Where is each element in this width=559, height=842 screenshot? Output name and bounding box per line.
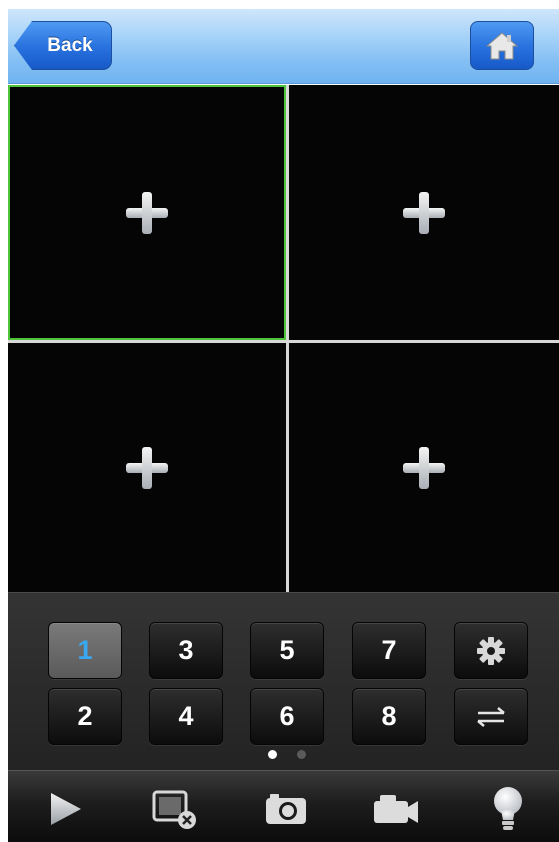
- channel-button-1[interactable]: 1: [48, 622, 122, 679]
- video-cell-3[interactable]: [8, 343, 286, 592]
- home-icon: [486, 31, 518, 59]
- page-indicator: [268, 750, 306, 759]
- play-button[interactable]: [36, 781, 96, 836]
- close-window-icon: [152, 790, 196, 829]
- camera-icon: [266, 793, 306, 824]
- channel-panel: 1 3 5 7 2 4 6 8: [8, 592, 559, 770]
- page-dot-active[interactable]: [268, 750, 277, 759]
- swap-arrows-icon: [477, 706, 505, 727]
- video-grid: [8, 85, 559, 592]
- gear-icon: [477, 636, 505, 665]
- plus-icon: [403, 446, 445, 489]
- page-dot[interactable]: [297, 750, 306, 759]
- channel-button-8[interactable]: 8: [352, 688, 426, 745]
- snapshot-button[interactable]: [256, 781, 316, 836]
- channel-button-2[interactable]: 2: [48, 688, 122, 745]
- plus-icon: [403, 191, 445, 234]
- video-cell-2[interactable]: [289, 85, 559, 340]
- bottom-toolbar: [8, 770, 559, 842]
- light-button[interactable]: [478, 781, 538, 836]
- record-button[interactable]: [366, 781, 426, 836]
- channel-button-3[interactable]: 3: [149, 622, 223, 679]
- channel-button-5[interactable]: 5: [250, 622, 324, 679]
- video-camera-icon: [374, 794, 418, 823]
- back-button[interactable]: Back: [14, 21, 112, 70]
- home-button[interactable]: [470, 21, 534, 70]
- video-cell-4[interactable]: [289, 343, 559, 592]
- plus-icon: [126, 446, 168, 489]
- close-window-button[interactable]: [144, 781, 204, 836]
- channel-button-7[interactable]: 7: [352, 622, 426, 679]
- navigation-bar: Back: [8, 9, 559, 84]
- plus-icon: [126, 191, 168, 234]
- settings-button[interactable]: [454, 622, 528, 679]
- channel-button-6[interactable]: 6: [250, 688, 324, 745]
- switch-button[interactable]: [454, 688, 528, 745]
- channel-button-4[interactable]: 4: [149, 688, 223, 745]
- video-cell-1[interactable]: [8, 85, 286, 340]
- lightbulb-icon: [494, 786, 522, 830]
- play-icon: [51, 792, 81, 825]
